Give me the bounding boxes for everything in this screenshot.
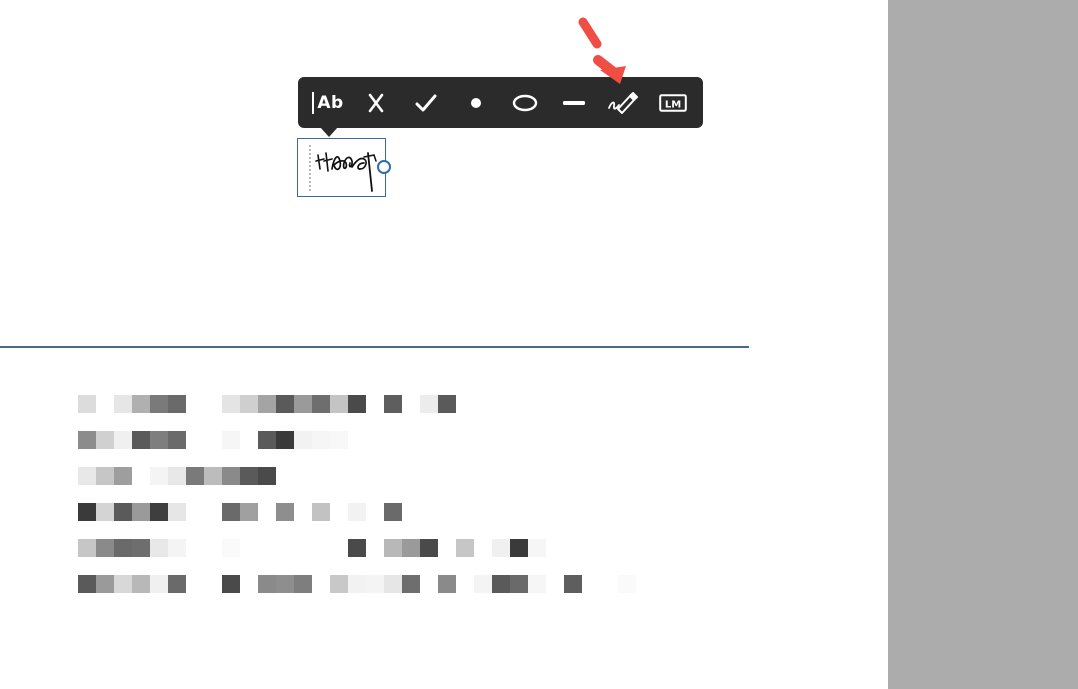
redacted-text-line <box>78 575 658 593</box>
cross-mark-button[interactable] <box>358 77 394 128</box>
fill-sign-toolbar: Ab LM <box>298 77 703 128</box>
initials-label: LM <box>665 99 681 110</box>
signature-pen-icon <box>608 91 638 114</box>
line-icon <box>563 100 585 105</box>
signature-resize-handle[interactable] <box>377 160 391 174</box>
ellipse-button[interactable] <box>506 77 544 128</box>
section-divider <box>0 346 749 348</box>
side-pane <box>888 0 1078 689</box>
initials-button[interactable]: LM <box>654 77 692 128</box>
dot-button[interactable] <box>458 77 494 128</box>
ellipse-icon <box>512 94 538 111</box>
handwritten-signature <box>315 152 377 192</box>
toolbar-pointer <box>320 127 338 137</box>
initials-icon: LM <box>659 93 687 112</box>
redacted-text-line <box>78 467 278 485</box>
add-text-button[interactable]: Ab <box>306 77 350 128</box>
check-mark-button[interactable] <box>408 77 444 128</box>
dot-icon <box>471 97 481 108</box>
annotation-arrow-icon <box>578 17 626 84</box>
add-text-label: Ab <box>317 92 344 113</box>
redacted-text-line <box>78 539 558 557</box>
redacted-text-line <box>78 395 458 413</box>
check-mark-icon <box>415 94 437 111</box>
redacted-text-line <box>78 503 408 521</box>
cross-mark-icon <box>368 93 384 112</box>
redacted-text-line <box>78 431 358 449</box>
signature-field[interactable] <box>297 138 386 197</box>
text-cursor-icon <box>312 91 315 114</box>
